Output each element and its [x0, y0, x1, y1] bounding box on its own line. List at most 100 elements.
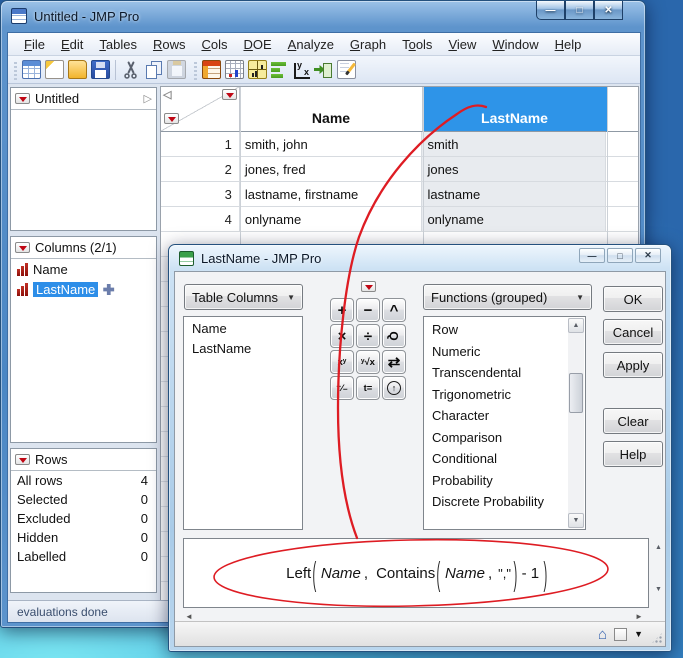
menu-rows[interactable]: Rows [145, 35, 194, 54]
paste-icon[interactable] [167, 60, 186, 79]
panel-expand-icon[interactable]: ▷ [144, 92, 152, 105]
open-icon[interactable] [68, 60, 87, 79]
formula-token[interactable]: Contains [376, 565, 435, 582]
formula-scroll-down-icon[interactable]: ▼ [653, 586, 664, 593]
dialog-minimize-button[interactable]: — [579, 248, 605, 263]
red-triangle-icon[interactable] [15, 242, 30, 253]
lastname-cell[interactable]: jones [422, 157, 607, 181]
keypad-power-button[interactable]: ^ [382, 298, 406, 322]
formula-token[interactable]: ) [544, 554, 548, 592]
functions-list[interactable]: Row Numeric Transcendental Trigonometric Cha… [423, 316, 586, 530]
lastname-column-header[interactable]: LastName [423, 87, 607, 132]
keypad-swap-button[interactable]: ⇄ [382, 350, 406, 374]
menu-file[interactable]: File [16, 35, 53, 54]
menu-edit[interactable]: Edit [53, 35, 91, 54]
function-group-item[interactable]: Transcendental [424, 362, 567, 384]
keypad-peel-button[interactable]: ↑ [382, 376, 406, 400]
row-number-cell[interactable]: 3 [161, 182, 240, 206]
status-dropdown-icon[interactable]: ▼ [634, 629, 643, 639]
row-number-cell[interactable]: 2 [161, 157, 240, 181]
function-group-item[interactable]: Row [424, 319, 567, 341]
menu-graph[interactable]: Graph [342, 35, 394, 54]
table-column-item[interactable]: Name [184, 319, 302, 339]
distribution-icon[interactable] [248, 60, 267, 79]
formula-token[interactable]: "," [498, 566, 511, 581]
keypad-subtract-button[interactable]: − [356, 298, 380, 322]
collapse-left-icon[interactable]: ◁ [163, 88, 171, 101]
copy-icon[interactable] [144, 60, 163, 79]
name-cell[interactable]: lastname, firstname [240, 182, 423, 206]
scroll-up-icon[interactable]: ▲ [568, 318, 584, 333]
script-editor-icon[interactable] [337, 60, 356, 79]
menu-window[interactable]: Window [484, 35, 546, 54]
table-columns-list[interactable]: Name LastName [183, 316, 303, 530]
lastname-cell[interactable]: lastname [422, 182, 607, 206]
functions-dropdown[interactable]: Functions (grouped) ▼ [423, 284, 592, 310]
keypad-toggle-button[interactable] [614, 627, 628, 641]
keypad-root-button[interactable]: ʸ√x [356, 350, 380, 374]
formula-icon[interactable] [314, 60, 333, 79]
menu-view[interactable]: View [440, 35, 484, 54]
empty-cell[interactable] [606, 207, 638, 231]
formula-token[interactable]: , [364, 565, 368, 582]
formula-token[interactable]: Name [321, 565, 361, 582]
minimize-button[interactable]: — [536, 1, 565, 20]
empty-cell[interactable] [606, 182, 638, 206]
keypad-raise-power-button[interactable]: xʸ [330, 350, 354, 374]
ok-button[interactable]: OK [603, 286, 663, 312]
new-data-table-icon[interactable] [22, 60, 41, 79]
function-group-item[interactable]: Discrete Probability [424, 491, 567, 513]
apply-button[interactable]: Apply [603, 352, 663, 378]
empty-cell[interactable] [606, 157, 638, 181]
menu-help[interactable]: Help [547, 35, 590, 54]
grid-corner-cell[interactable]: ◁ [161, 87, 240, 132]
formula-token[interactable]: , [488, 565, 492, 582]
close-button[interactable]: ✕ [594, 1, 623, 20]
columns-menu-icon[interactable] [222, 89, 237, 100]
function-group-item[interactable]: Probability [424, 470, 567, 492]
formula-scroll-left-icon[interactable]: ◄ [185, 612, 193, 621]
menu-analyze[interactable]: Analyze [280, 35, 342, 54]
column-item-name[interactable]: Name [11, 259, 156, 279]
fit-y-by-x-icon[interactable] [294, 61, 310, 79]
dialog-restore-button[interactable]: □ [607, 248, 633, 263]
function-group-item[interactable]: Character [424, 405, 567, 427]
function-group-item[interactable]: Comparison [424, 427, 567, 449]
row-number-cell[interactable]: 4 [161, 207, 240, 231]
formula-token[interactable]: Left [286, 565, 311, 582]
rows-menu-icon[interactable] [164, 113, 179, 124]
empty-column-header[interactable] [607, 87, 638, 132]
empty-cell[interactable] [606, 132, 638, 156]
formula-token[interactable]: - 1 [522, 565, 540, 582]
lastname-cell[interactable]: smith [422, 132, 607, 156]
functions-scrollbar[interactable]: ▲ ▼ [568, 318, 584, 528]
data-table-icon[interactable] [202, 60, 221, 79]
formula-token[interactable]: ( [313, 554, 317, 592]
home-icon[interactable]: ⌂ [598, 627, 607, 642]
summary-statistics-icon[interactable] [225, 60, 244, 79]
keypad-sign-button[interactable]: ⁺⁄₋ [330, 376, 354, 400]
keypad-menu-icon[interactable] [361, 281, 376, 292]
cut-icon[interactable] [121, 60, 140, 79]
red-triangle-icon[interactable] [15, 93, 30, 104]
formula-scroll-right-icon[interactable]: ► [635, 612, 643, 621]
function-group-item[interactable]: Numeric [424, 341, 567, 363]
scrollbar-thumb[interactable] [569, 373, 583, 413]
name-cell[interactable]: smith, john [240, 132, 423, 156]
keypad-multiply-button[interactable]: × [330, 324, 354, 348]
save-icon[interactable] [91, 60, 110, 79]
column-item-lastname[interactable]: LastName [11, 279, 156, 299]
lastname-cell[interactable]: onlyname [422, 207, 607, 231]
cancel-button[interactable]: Cancel [603, 319, 663, 345]
formula-scroll-up-icon[interactable]: ▲ [653, 544, 664, 551]
name-column-header[interactable]: Name [240, 87, 423, 132]
formula-token[interactable]: Name [445, 565, 485, 582]
formula-token[interactable]: ( [437, 554, 441, 592]
graph-builder-icon[interactable] [271, 60, 290, 79]
keypad-switch-terms-button[interactable]: Q [382, 324, 406, 348]
menu-tools[interactable]: Tools [394, 35, 440, 54]
keypad-divide-button[interactable]: ÷ [356, 324, 380, 348]
dialog-close-button[interactable]: ✕ [635, 248, 661, 263]
formula-editor-area[interactable]: Left(Name, Contains(Name, ",") - 1) [183, 538, 649, 608]
maximize-button[interactable]: □ [565, 1, 594, 20]
